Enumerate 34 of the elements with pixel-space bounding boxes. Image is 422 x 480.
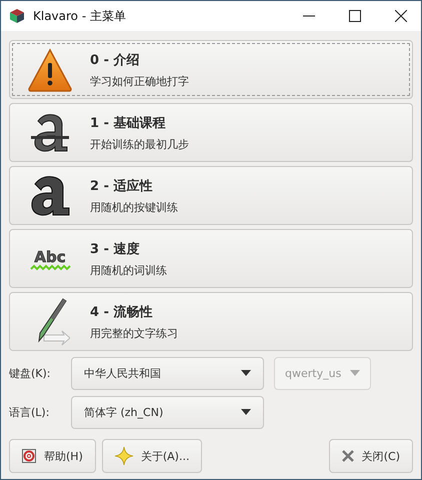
lesson-description: 用随机的词训练 bbox=[90, 262, 167, 278]
lesson-title: 2 - 适应性 bbox=[90, 178, 154, 194]
warning-icon bbox=[27, 48, 73, 92]
close-button[interactable]: 关闭(C) bbox=[328, 439, 413, 473]
lesson-button[interactable]: 4 - 流畅性 用完整的文字练习 bbox=[9, 292, 413, 351]
maximize-icon[interactable] bbox=[349, 10, 361, 22]
lesson-title: 0 - 介绍 bbox=[90, 52, 140, 68]
lesson-description: 用完整的文字练习 bbox=[90, 326, 178, 340]
lesson-title: 3 - 速度 bbox=[90, 240, 140, 258]
lesson-title: 4 - 流畅性 bbox=[90, 304, 154, 320]
help-button[interactable]: 帮助(H) bbox=[9, 439, 96, 473]
about-button[interactable]: 关于(A)... bbox=[102, 439, 202, 473]
lesson-button[interactable]: 0 - 介绍 学习如何正确地打字 bbox=[9, 40, 413, 99]
star-icon bbox=[114, 447, 133, 465]
lesson-description: 用随机的按键训练 bbox=[90, 200, 178, 214]
lesson-description: 开始训练的最初几步 bbox=[90, 136, 189, 152]
caret-icon bbox=[241, 409, 251, 415]
lesson-button[interactable]: Abc 3 - 速度 用随机的词训练 bbox=[9, 229, 413, 288]
keyboard-label: 键盘(K): bbox=[9, 366, 52, 380]
language-label: 语言(L): bbox=[9, 404, 50, 420]
lesson-button[interactable]: 2 - 适应性 用随机的按键训练 bbox=[9, 166, 413, 225]
letter-a-icon bbox=[29, 174, 71, 218]
cube-icon bbox=[9, 8, 25, 24]
lesson-description: 学习如何正确地打字 bbox=[90, 74, 189, 88]
keyboard-dropdown[interactable]: 中华人民共和国 bbox=[71, 356, 264, 390]
caret-icon bbox=[241, 370, 251, 376]
close-icon[interactable] bbox=[395, 10, 407, 22]
close-icon bbox=[342, 450, 354, 462]
lesson-title: 1 - 基础课程 bbox=[90, 114, 166, 132]
window-title: Klavaro - 主菜单 bbox=[33, 8, 127, 24]
caret-icon bbox=[350, 370, 360, 376]
language-dropdown[interactable]: 简体字 (zh_CN) bbox=[71, 396, 264, 428]
lesson-button[interactable]: 1 - 基础课程 开始训练的最初几步 bbox=[9, 103, 413, 162]
lifebuoy-icon bbox=[22, 449, 36, 463]
